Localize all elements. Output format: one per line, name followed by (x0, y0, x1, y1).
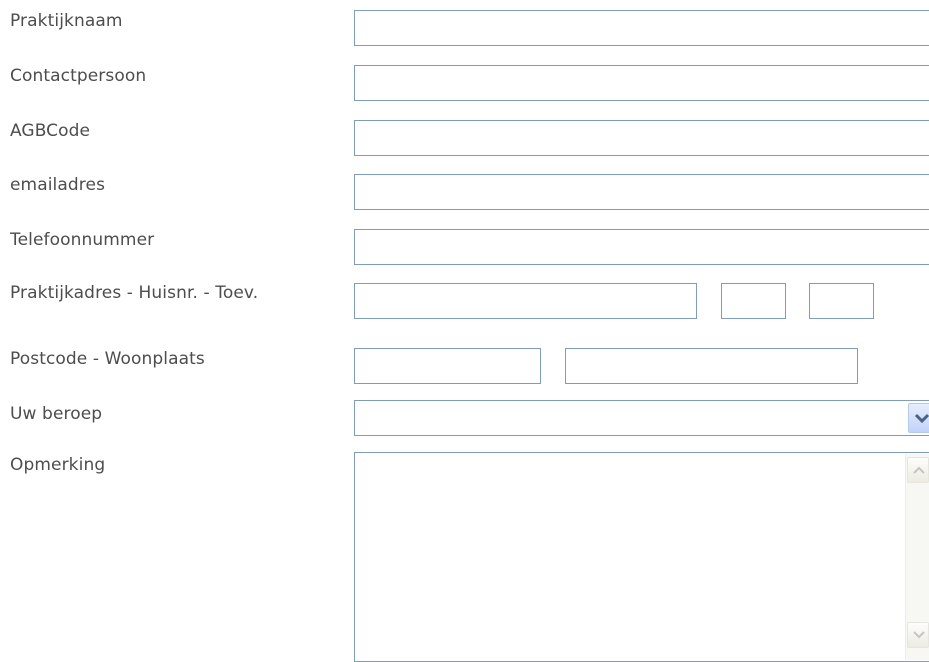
praktijknaam-label: Praktijknaam (10, 11, 123, 31)
toevoeging-input[interactable] (809, 283, 874, 319)
postcode-input[interactable] (354, 348, 541, 384)
beroep-dropdown-button[interactable] (908, 403, 929, 433)
huisnummer-input[interactable] (721, 283, 786, 319)
agbcode-input[interactable] (354, 120, 929, 156)
telefoon-input[interactable] (354, 229, 929, 265)
scroll-up-button[interactable] (907, 457, 929, 483)
contactpersoon-input[interactable] (354, 65, 929, 101)
email-input[interactable] (354, 174, 929, 210)
postcode-woonplaats-label: Postcode - Woonplaats (10, 349, 205, 369)
contactpersoon-label: Contactpersoon (10, 66, 147, 86)
agbcode-label: AGBCode (10, 121, 91, 141)
scroll-down-arrow-icon (913, 631, 925, 639)
email-label: emailadres (10, 175, 106, 195)
woonplaats-input[interactable] (565, 348, 858, 384)
beroep-label: Uw beroep (10, 404, 103, 424)
telefoon-label: Telefoonnummer (10, 230, 155, 250)
straat-input[interactable] (354, 283, 697, 319)
praktijknaam-input[interactable] (354, 10, 929, 46)
opmerking-textarea[interactable] (354, 452, 929, 662)
adres-label: Praktijkadres - Huisnr. - Toev. (10, 283, 259, 303)
chevron-down-icon (914, 413, 929, 424)
beroep-select[interactable] (354, 400, 929, 436)
scroll-up-arrow-icon (913, 466, 925, 474)
scroll-down-button[interactable] (907, 622, 929, 648)
opmerking-label: Opmerking (10, 455, 106, 475)
opmerking-scrollbar[interactable] (905, 454, 929, 660)
